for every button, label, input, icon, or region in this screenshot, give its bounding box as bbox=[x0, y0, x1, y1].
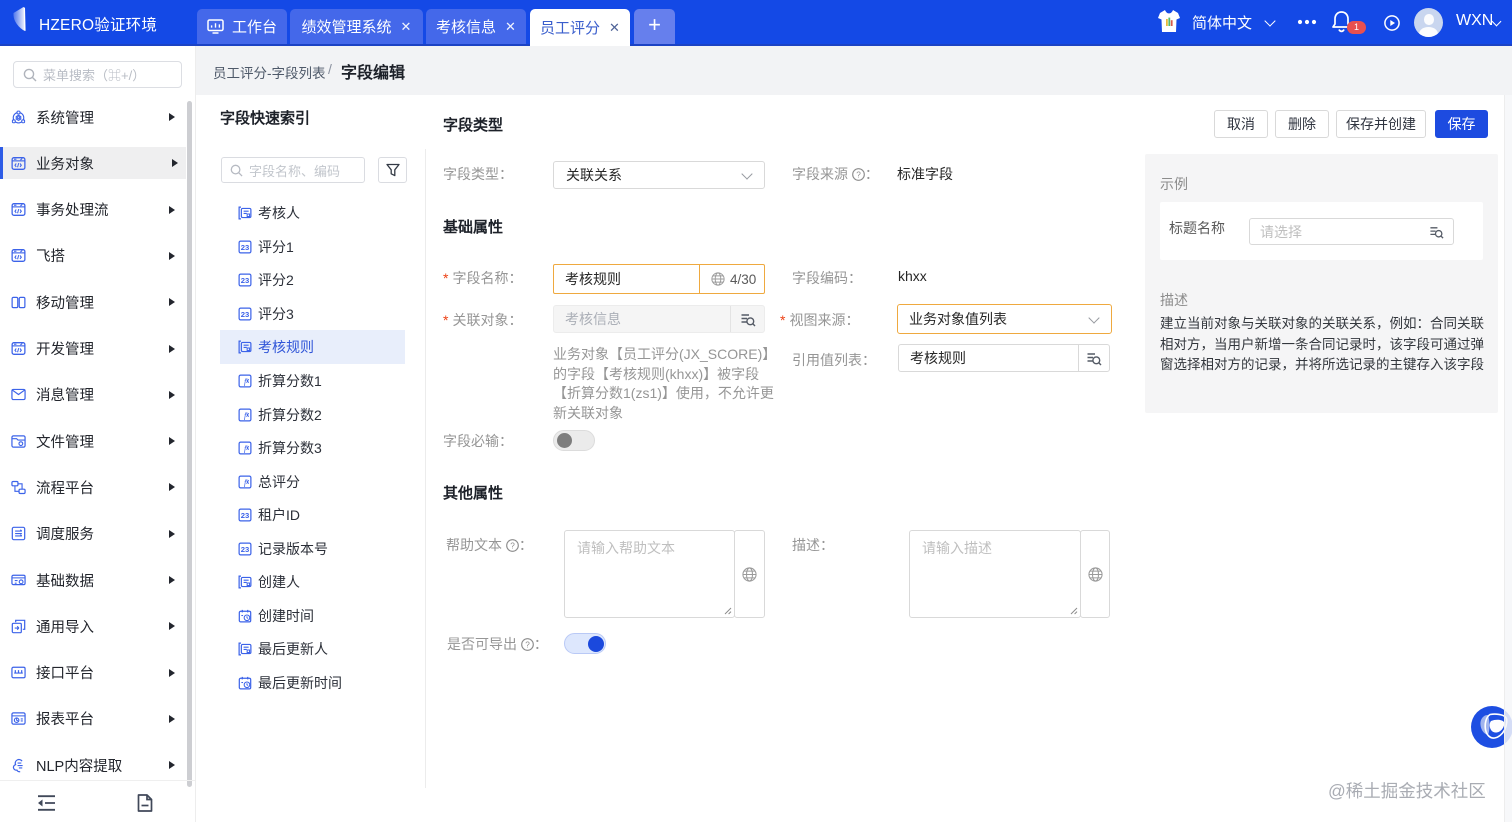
svg-text:23: 23 bbox=[241, 243, 250, 252]
svg-text:?: ? bbox=[856, 170, 861, 179]
svg-text:23: 23 bbox=[241, 545, 250, 554]
svg-text:23: 23 bbox=[241, 310, 250, 319]
svg-text:23: 23 bbox=[241, 511, 250, 520]
svg-text:?: ? bbox=[510, 541, 515, 550]
svg-text:?: ? bbox=[525, 640, 530, 649]
svg-text:23: 23 bbox=[241, 276, 250, 285]
